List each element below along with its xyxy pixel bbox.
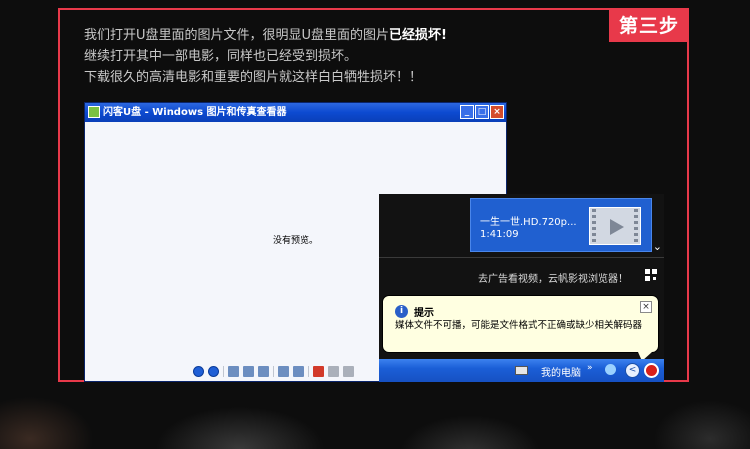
description-highlight: 已经损坏!	[389, 28, 447, 43]
minimize-button[interactable]: _	[460, 105, 474, 119]
ad-banner-text[interactable]: 去广告看视频，云帆影视浏览器！	[478, 270, 628, 285]
window-controls: _ □ ×	[460, 105, 504, 119]
step-badge: 第三步	[608, 8, 689, 42]
slideshow-icon[interactable]	[258, 366, 269, 377]
copy-to-icon[interactable]	[343, 366, 354, 377]
viewer-toolbar	[193, 366, 354, 377]
taskbar-overflow-arrows[interactable]: »	[587, 363, 593, 373]
qr-code-icon[interactable]	[645, 269, 657, 281]
description-text: 我们打开U盘里面的图片文件，很明显U盘里面的图片已经损坏! 继续打开其中一部电影…	[84, 25, 447, 88]
now-playing-title: 一生一世.HD.720p...	[480, 217, 577, 228]
zoom-in-icon[interactable]	[278, 366, 289, 377]
print-icon[interactable]	[328, 366, 339, 377]
film-perforation	[592, 209, 596, 243]
play-icon	[610, 219, 624, 235]
description-line-2: 继续打开其中一部电影，同样也已经受到损坏。	[84, 49, 358, 64]
now-playing-duration: 1:41:09	[480, 229, 519, 240]
taskbar: 我的电脑 » <	[379, 359, 664, 382]
picture-viewer-icon	[88, 106, 100, 118]
balloon-title: 提示	[414, 308, 434, 319]
player-tray-icon[interactable]	[644, 363, 659, 378]
player-divider	[379, 257, 664, 258]
zoom-out-icon[interactable]	[293, 366, 304, 377]
toolbar-divider	[223, 366, 224, 377]
now-playing-card[interactable]: 一生一世.HD.720p... 1:41:09	[470, 198, 652, 252]
balloon-close-button[interactable]: ×	[640, 301, 652, 313]
maximize-button[interactable]: □	[475, 105, 489, 119]
next-image-icon[interactable]	[208, 366, 219, 377]
description-line-1: 我们打开U盘里面的图片文件，很明显U盘里面的图片已经损坏!	[84, 28, 447, 43]
tray-back-button[interactable]: <	[625, 363, 640, 378]
media-player-window: 一生一世.HD.720p... 1:41:09 ⌄ 去广告看视频，云帆影视浏览器…	[379, 194, 664, 382]
network-tray-icon[interactable]	[605, 364, 616, 375]
taskbar-my-computer[interactable]: 我的电脑	[541, 364, 581, 379]
video-thumbnail-icon	[589, 207, 641, 245]
toolbar-divider	[308, 366, 309, 377]
no-preview-text: 没有预览。	[273, 236, 319, 246]
error-balloon-tooltip: i 提示 × 媒体文件不可播，可能是文件格式不正确或缺少相关解码器	[382, 295, 659, 361]
chevron-down-icon[interactable]: ⌄	[653, 240, 662, 253]
toolbar-divider	[273, 366, 274, 377]
best-fit-icon[interactable]	[228, 366, 239, 377]
balloon-message: 媒体文件不可播，可能是文件格式不正确或缺少相关解码器	[395, 320, 643, 331]
description-line-3: 下载很久的高清电影和重要的图片就这样白白牺牲损坏！！	[84, 70, 423, 85]
info-icon: i	[395, 305, 408, 318]
keyboard-icon[interactable]	[515, 366, 528, 375]
viewer-title-bar[interactable]: 闪客U盘 - Windows 图片和传真查看器 _ □ ×	[85, 103, 506, 122]
actual-size-icon[interactable]	[243, 366, 254, 377]
delete-icon[interactable]	[313, 366, 324, 377]
close-button[interactable]: ×	[490, 105, 504, 119]
previous-image-icon[interactable]	[193, 366, 204, 377]
viewer-title: 闪客U盘 - Windows 图片和传真查看器	[103, 107, 287, 118]
film-perforation	[634, 209, 638, 243]
